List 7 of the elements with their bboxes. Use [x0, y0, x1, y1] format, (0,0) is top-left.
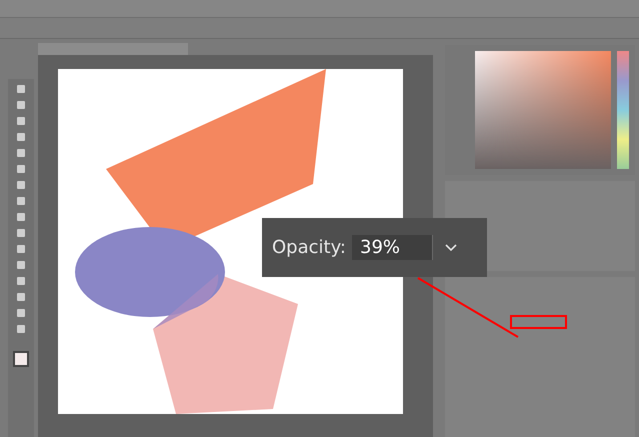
- caret-icon[interactable]: [445, 244, 457, 252]
- opacity-label: Opacity:: [272, 237, 346, 258]
- color-picker-field[interactable]: [475, 51, 611, 169]
- highlight-box: [510, 315, 567, 329]
- document-tab[interactable]: [38, 43, 188, 55]
- color-swatch-icon[interactable]: [13, 351, 29, 367]
- opacity-field[interactable]: 39%: [352, 235, 433, 260]
